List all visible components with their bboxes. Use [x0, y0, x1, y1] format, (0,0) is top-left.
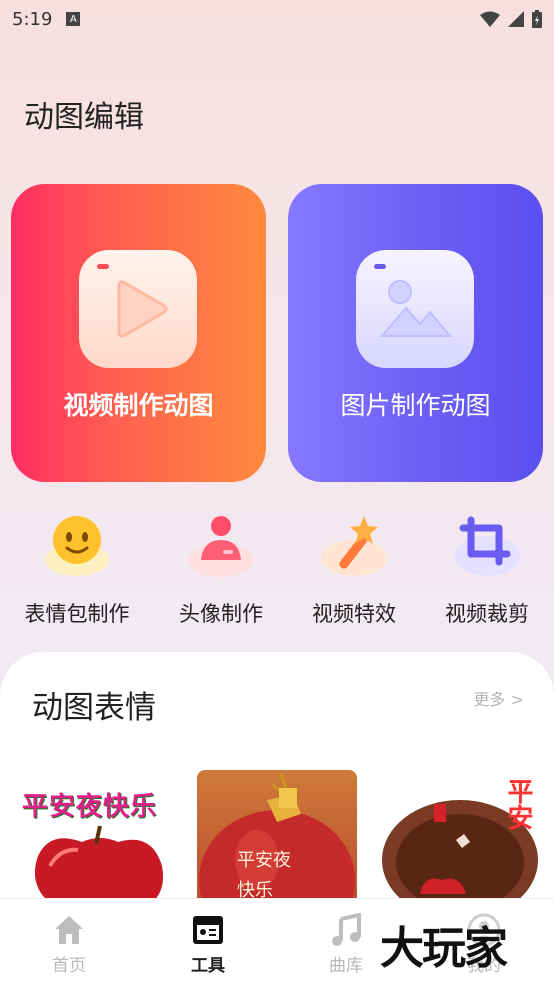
video-to-gif-label: 视频制作动图 — [63, 391, 214, 420]
image-icon — [356, 250, 474, 368]
nav-home[interactable]: 首页 — [19, 913, 119, 977]
tool-emoji-maker[interactable]: 表情包制作 — [12, 510, 142, 630]
status-time: 5:19 — [12, 8, 53, 30]
toolbox-icon — [191, 913, 225, 947]
tool-avatar-maker-label: 头像制作 — [179, 602, 263, 626]
magic-wand-icon — [320, 510, 388, 578]
more-link[interactable]: 更多 > — [474, 686, 525, 710]
gif-thumbnail[interactable]: 平安夜快乐 — [20, 770, 180, 910]
nav-tools-label: 工具 — [191, 956, 225, 976]
tools-row: 表情包制作 头像制作 视频特效 视频裁剪 — [0, 510, 554, 630]
avatar-person-icon — [187, 510, 255, 578]
nav-tools[interactable]: 工具 — [158, 913, 258, 977]
crop-icon — [453, 510, 521, 578]
section-title: 动图表情 — [32, 690, 156, 726]
notification-a-icon: A — [66, 12, 81, 26]
page-title: 动图编辑 — [24, 100, 144, 135]
tool-video-crop[interactable]: 视频裁剪 — [422, 510, 552, 630]
gift-apple-image — [199, 773, 355, 910]
play-icon — [79, 250, 197, 368]
tool-video-crop-label: 视频裁剪 — [445, 602, 529, 626]
video-to-gif-card[interactable]: 视频制作动图 — [11, 184, 266, 482]
thumbnail-caption: 平安 — [503, 778, 533, 830]
status-right — [480, 10, 542, 28]
battery-icon — [532, 10, 542, 28]
tool-avatar-maker[interactable]: 头像制作 — [156, 510, 286, 630]
home-icon — [52, 913, 86, 947]
music-note-icon — [329, 912, 363, 947]
thumbnail-caption-line1: 平安夜 — [237, 850, 291, 871]
wifi-icon — [480, 11, 500, 27]
image-to-gif-card[interactable]: 图片制作动图 — [288, 184, 543, 482]
watermark: 大玩家 — [380, 923, 508, 974]
signal-icon — [508, 11, 524, 27]
emoji-face-icon — [43, 510, 111, 578]
nav-home-label: 首页 — [52, 956, 86, 976]
tool-video-effects[interactable]: 视频特效 — [289, 510, 419, 630]
gif-thumbnail[interactable]: 平安 — [380, 770, 554, 910]
image-to-gif-label: 图片制作动图 — [340, 391, 491, 420]
thumbnail-caption: 平安夜快乐 — [22, 792, 158, 822]
gif-thumbnail[interactable]: 平安夜 快乐 — [197, 770, 357, 910]
tool-video-effects-label: 视频特效 — [312, 602, 396, 626]
status-bar: 5:19 A — [0, 0, 554, 38]
tool-emoji-maker-label: 表情包制作 — [24, 602, 130, 626]
